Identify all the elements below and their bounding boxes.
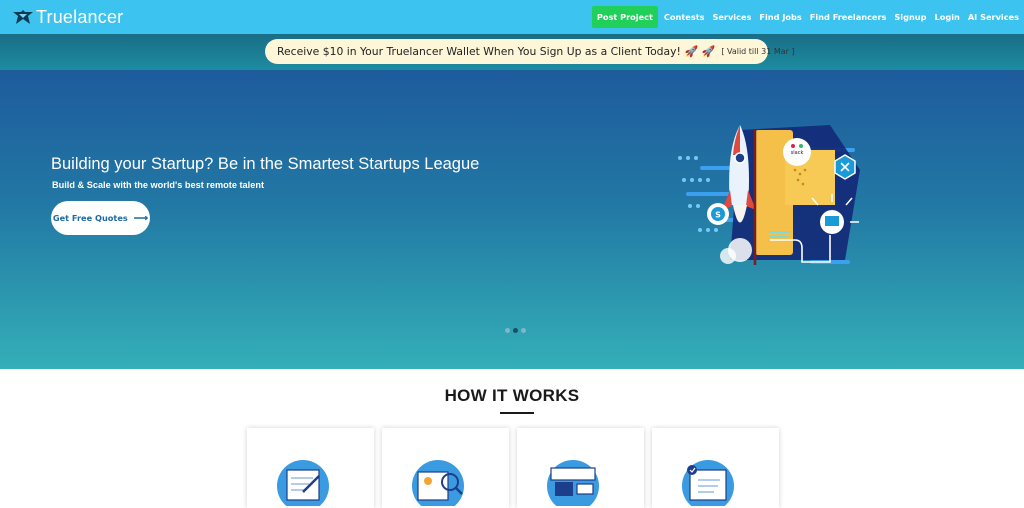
promo-text: Receive $10 in Your Truelancer Wallet Wh… [277, 45, 681, 58]
nav-link-services[interactable]: Services [712, 12, 751, 22]
arrow-right-icon: ⟶ [133, 212, 149, 224]
promo-strip: Receive $10 in Your Truelancer Wallet Wh… [0, 34, 1024, 70]
hero-title: Building your Startup? Be in the Smartes… [51, 155, 480, 173]
nav-link-login[interactable]: Login [935, 12, 960, 22]
cta-label: Get Free Quotes [52, 213, 128, 223]
promo-banner[interactable]: Receive $10 in Your Truelancer Wallet Wh… [265, 39, 795, 64]
rocket-icon: 🚀 🚀 [684, 46, 716, 58]
heading-underline [500, 412, 534, 414]
card-step-icon [412, 460, 464, 506]
how-it-works-card-4[interactable] [652, 428, 779, 508]
nav-link-find-jobs[interactable]: Find Jobs [759, 12, 801, 22]
card-step-icon [277, 460, 329, 506]
how-it-works-card-1[interactable] [247, 428, 374, 508]
skype-icon: S [707, 203, 729, 225]
slide-dot-3[interactable] [521, 328, 526, 333]
how-it-works-card-2[interactable] [382, 428, 509, 508]
brand-logo[interactable]: Truelancer [12, 7, 123, 27]
how-it-works-heading: HOW IT WORKS [444, 386, 580, 405]
slide-dot-1[interactable] [505, 328, 510, 333]
slider-dots [505, 328, 529, 333]
nav-links: Post Project Contests Services Find Jobs… [591, 6, 1019, 28]
how-it-works-card-3[interactable] [517, 428, 644, 508]
post-project-button[interactable]: Post Project [591, 6, 658, 28]
hero-slider: Building your Startup? Be in the Smartes… [0, 70, 1024, 369]
nav-link-signup[interactable]: Signup [894, 12, 926, 22]
slack-icon: slack [783, 138, 811, 166]
hexagon-icon [834, 154, 856, 180]
promo-validity: [ Valid till 31 Mar ] [721, 47, 795, 56]
svg-text:S: S [715, 211, 721, 220]
nav-link-find-freelancers[interactable]: Find Freelancers [810, 12, 887, 22]
nav-link-contests[interactable]: Contests [664, 12, 705, 22]
nav-link-ai-services[interactable]: AI Services [968, 12, 1019, 22]
get-free-quotes-button[interactable]: Get Free Quotes ⟶ [51, 201, 150, 235]
card-step-icon [682, 460, 734, 506]
slide-dot-2[interactable] [513, 328, 518, 333]
top-navbar: Truelancer Post Project Contests Service… [0, 0, 1024, 34]
truelancer-logo-icon [13, 10, 33, 24]
svg-text:slack: slack [791, 150, 804, 156]
brand-name: Truelancer [36, 6, 124, 27]
startup-rocket-illustration: slack S [678, 125, 860, 265]
card-step-icon [547, 460, 599, 506]
hero-subtitle: Build & Scale with the world's best remo… [52, 180, 265, 190]
